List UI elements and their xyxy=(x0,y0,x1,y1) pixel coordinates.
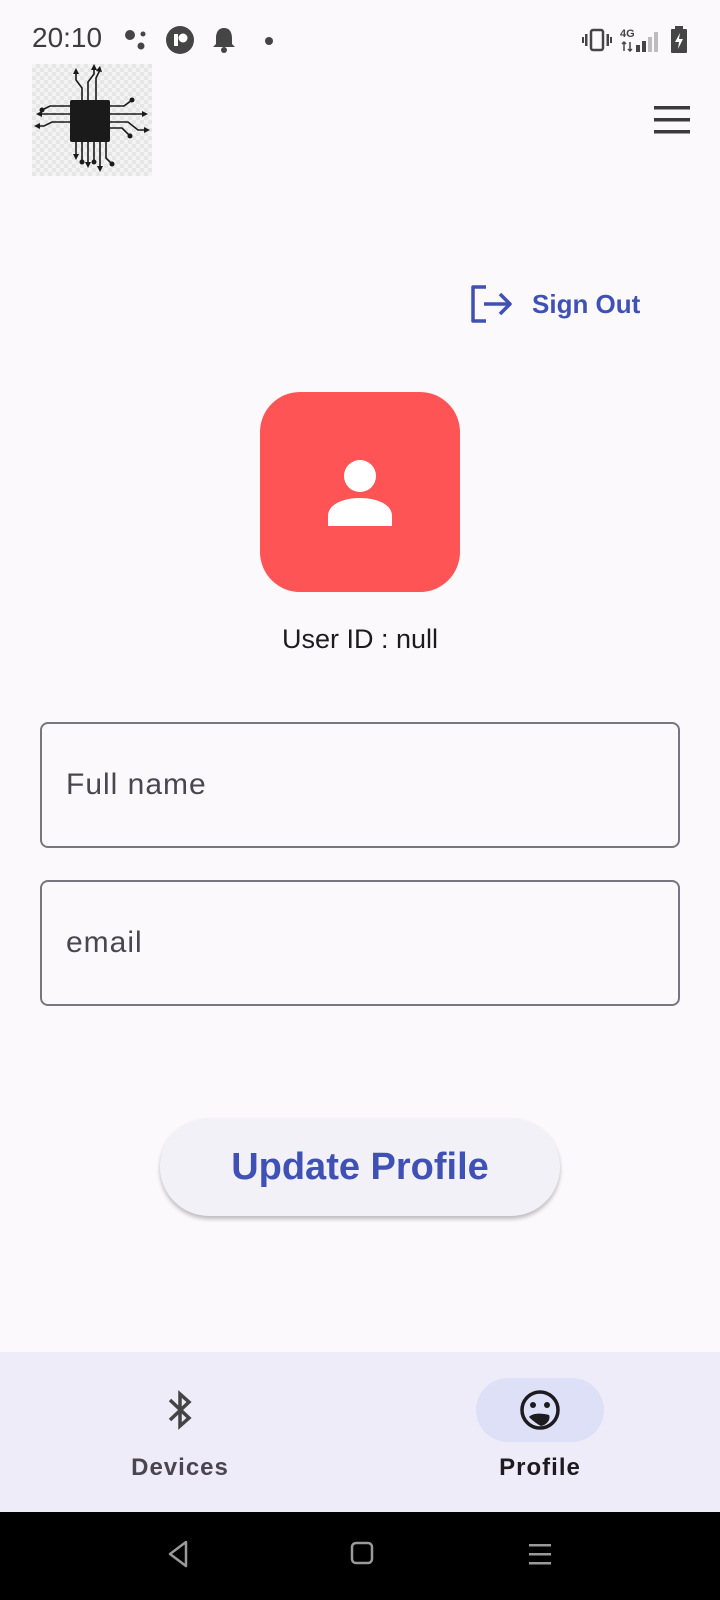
home-icon[interactable] xyxy=(348,1538,376,1570)
circuit-chip-logo xyxy=(34,64,150,172)
recents-icon[interactable] xyxy=(526,1538,554,1570)
assistant-dots-icon xyxy=(125,30,146,50)
nav-pill-profile xyxy=(476,1378,604,1442)
email-field[interactable] xyxy=(42,882,678,1004)
bottom-navigation: Devices Profile xyxy=(0,1352,720,1512)
person-icon xyxy=(328,460,392,526)
sign-out-button[interactable]: Sign Out xyxy=(470,280,670,328)
system-navigation-bar xyxy=(0,1512,720,1600)
update-profile-button[interactable]: Update Profile xyxy=(160,1118,560,1216)
nav-pill-devices xyxy=(116,1378,244,1442)
bluetooth-icon xyxy=(168,1390,192,1430)
menu-button[interactable] xyxy=(648,100,696,140)
nav-item-devices[interactable]: Devices xyxy=(50,1352,310,1512)
full-name-field-container xyxy=(40,722,680,848)
hamburger-menu-icon xyxy=(654,106,690,134)
nav-item-profile[interactable]: Profile xyxy=(410,1352,670,1512)
back-icon[interactable] xyxy=(164,1538,192,1570)
battery-charging-icon xyxy=(671,26,687,53)
email-field-container xyxy=(40,880,680,1006)
app-logo xyxy=(32,64,152,176)
logout-icon xyxy=(471,285,512,323)
nav-label-devices: Devices xyxy=(131,1454,229,1481)
user-id-text: User ID : null xyxy=(281,624,439,654)
sign-out-label: Sign Out xyxy=(532,288,641,319)
nav-label-profile: Profile xyxy=(499,1454,581,1481)
dot-icon xyxy=(265,37,273,45)
status-bar: 20:10 4G xyxy=(0,0,720,64)
bell-icon xyxy=(213,28,235,53)
app-badge-icon xyxy=(166,26,194,54)
status-time: 20:10 xyxy=(32,22,103,53)
full-name-field[interactable] xyxy=(42,724,678,846)
avatar[interactable] xyxy=(260,392,460,592)
face-icon xyxy=(520,1390,560,1430)
signal-icon xyxy=(621,32,658,52)
vibrate-icon xyxy=(582,28,612,52)
